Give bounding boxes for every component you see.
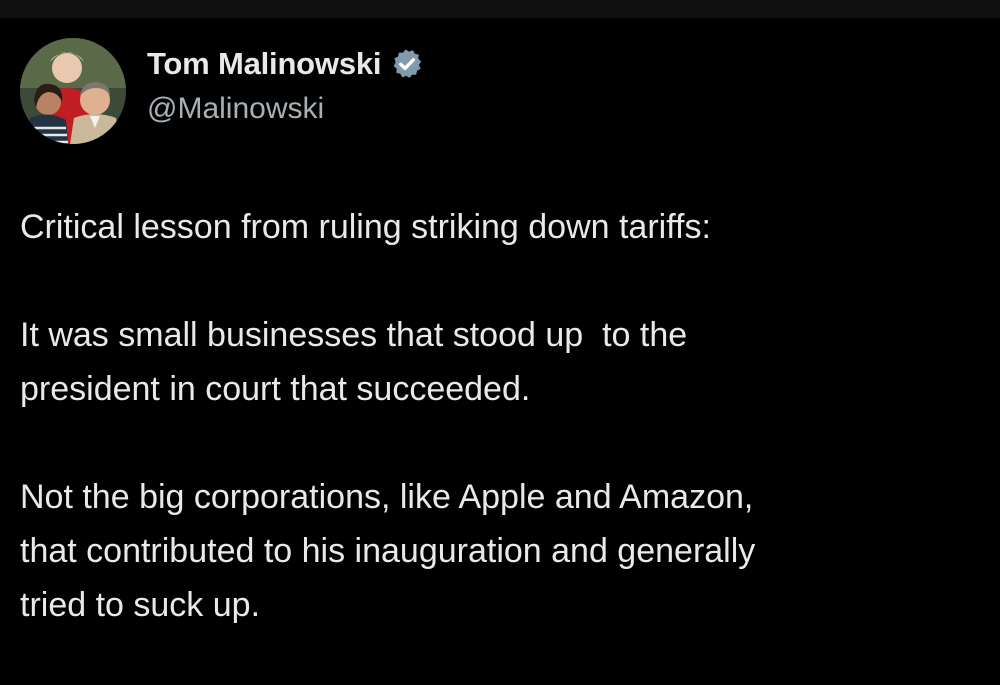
top-bar (0, 0, 1000, 18)
tweet-paragraph-2: It was small businesses that stood up to… (20, 316, 688, 408)
tweet-text: Critical lesson from ruling striking dow… (20, 200, 980, 632)
author-name-row: Tom Malinowski (147, 44, 424, 84)
avatar[interactable] (20, 38, 126, 144)
tweet: Tom Malinowski @Malinowski Critical less… (0, 18, 1000, 685)
author-display-name[interactable]: Tom Malinowski (147, 46, 382, 82)
avatar-photo (20, 38, 126, 144)
verified-badge-icon[interactable] (390, 47, 424, 81)
author-handle[interactable]: @Malinowski (147, 92, 324, 126)
tweet-paragraph-1: Critical lesson from ruling striking dow… (20, 208, 711, 246)
tweet-paragraph-3: Not the big corporations, like Apple and… (20, 478, 756, 624)
